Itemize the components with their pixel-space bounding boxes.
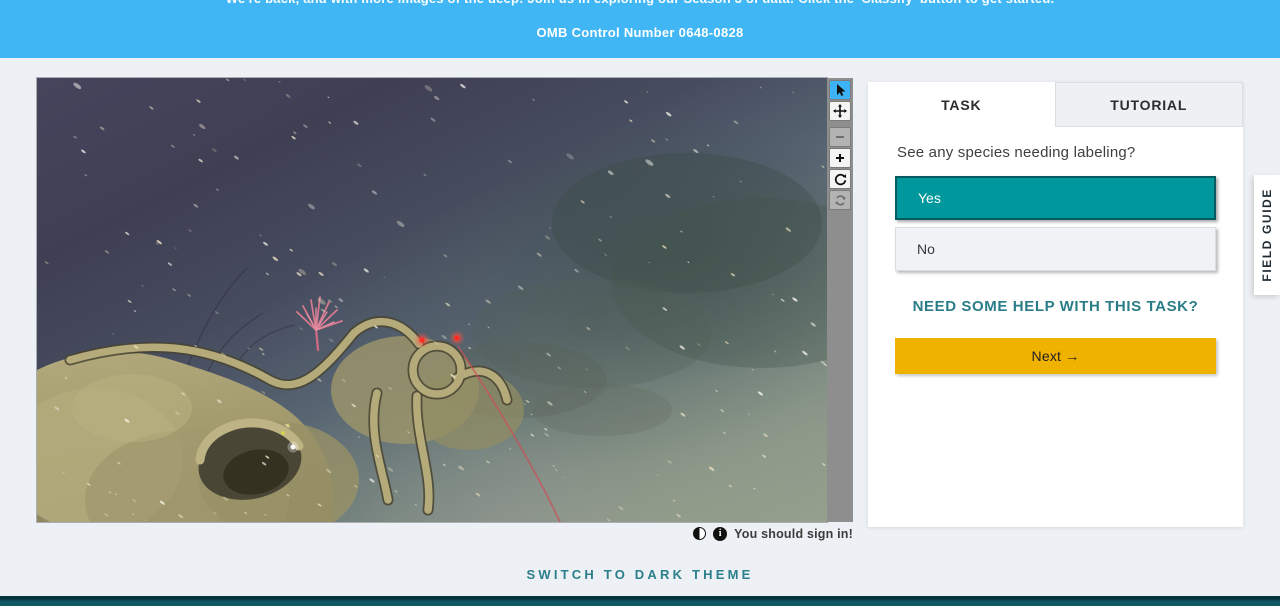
footer-bar: [0, 596, 1280, 606]
move-tool-button[interactable]: [829, 101, 851, 121]
field-guide-label: FIELD GUIDE: [1260, 188, 1274, 282]
theme-switch-link[interactable]: SWITCH TO DARK THEME: [0, 567, 1280, 582]
reset-icon: [834, 194, 846, 205]
move-cross-icon: [833, 104, 847, 118]
zoom-in-tool-button[interactable]: [829, 148, 851, 168]
rotate-tool-button[interactable]: [829, 169, 851, 189]
subject-image-viewer[interactable]: [36, 77, 828, 523]
answer-yes-button[interactable]: Yes: [895, 176, 1216, 220]
app-window: We're back, and with more images of the …: [0, 0, 1280, 606]
next-button[interactable]: Next →: [895, 338, 1216, 374]
task-panel: TASK TUTORIAL See any species needing la…: [868, 82, 1243, 527]
annotate-tool-button[interactable]: [829, 80, 851, 100]
task-question: See any species needing labeling?: [897, 144, 1136, 161]
pink-coral: [296, 296, 343, 352]
tab-task[interactable]: TASK: [868, 82, 1055, 127]
wreck-mound: [37, 336, 524, 522]
announcement-text: We're back, and with more images of the …: [0, 0, 1280, 6]
invert-colors-icon[interactable]: [693, 527, 707, 541]
subject-image: [37, 78, 827, 522]
tab-tutorial[interactable]: TUTORIAL: [1054, 82, 1243, 127]
plus-icon: [836, 154, 844, 162]
image-toolbar: [827, 78, 853, 522]
sign-in-message: You should sign in!: [734, 526, 853, 541]
zoom-out-tool-button[interactable]: [829, 127, 851, 147]
info-circle-icon[interactable]: i: [713, 526, 728, 541]
rotate-icon: [834, 173, 846, 185]
omb-control-number: OMB Control Number 0648-0828: [536, 25, 744, 40]
viewer-footer: i You should sign in!: [37, 525, 853, 541]
field-guide-tab[interactable]: FIELD GUIDE: [1254, 175, 1280, 295]
cursor-arrow-icon: [837, 84, 846, 96]
reset-tool-button[interactable]: [829, 190, 851, 210]
minus-icon: [836, 136, 844, 138]
panel-tabs: TASK TUTORIAL: [868, 82, 1243, 127]
answer-no-button[interactable]: No: [895, 227, 1216, 271]
task-help-link[interactable]: NEED SOME HELP WITH THIS TASK?: [868, 298, 1243, 315]
announcement-banner: We're back, and with more images of the …: [0, 0, 1280, 58]
